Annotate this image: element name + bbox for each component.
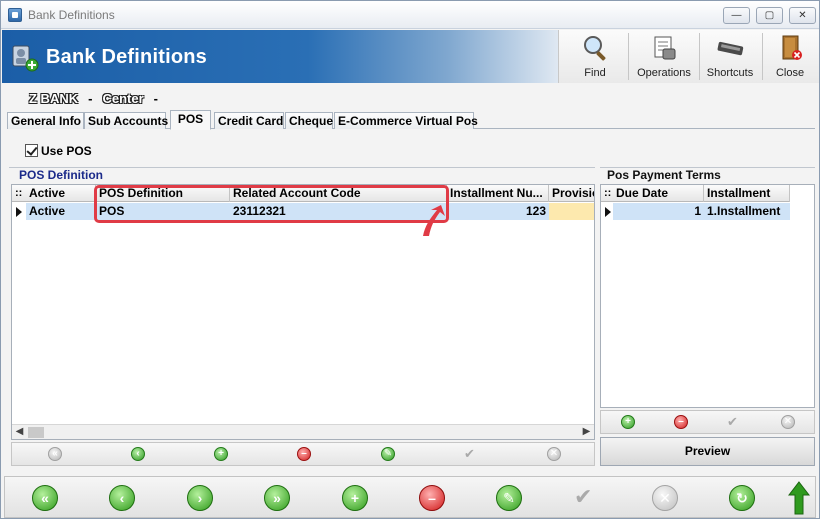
- row-pointer-icon: [605, 207, 611, 217]
- app-icon: [8, 8, 22, 22]
- refresh-icon[interactable]: ↻: [729, 485, 755, 511]
- first-record-icon[interactable]: «: [32, 485, 58, 511]
- nav-previous-icon[interactable]: ‹: [131, 447, 145, 461]
- keyboard-icon: [717, 41, 744, 56]
- pos-definition-navigator: « ‹ + – ✎ ✔ ✕: [11, 442, 595, 466]
- close-button[interactable]: Close: [765, 30, 815, 83]
- cell-installment-number[interactable]: 123: [447, 203, 549, 220]
- terms-delete-icon[interactable]: –: [674, 415, 688, 429]
- tab-cheque[interactable]: Cheque: [285, 112, 333, 129]
- nav-add-icon[interactable]: +: [214, 447, 228, 461]
- tab-pos[interactable]: POS: [170, 110, 211, 130]
- checkbox-checked-icon[interactable]: [25, 144, 38, 157]
- shortcuts-button[interactable]: Shortcuts: [701, 30, 759, 83]
- exit-door-icon: [782, 35, 802, 60]
- find-label: Find: [584, 67, 606, 79]
- payment-terms-navigator: + – ✔ ✕: [600, 410, 815, 434]
- toolbar-separator: [628, 33, 629, 80]
- header-banner: Bank Definitions: [2, 30, 558, 83]
- maximize-button[interactable]: ▢: [756, 7, 783, 24]
- col-installment[interactable]: Installment: [704, 185, 790, 202]
- close-window-button[interactable]: ✕: [789, 7, 816, 24]
- row-pointer-icon: [16, 207, 22, 217]
- close-label: Close: [775, 67, 805, 79]
- col-active[interactable]: Active: [26, 185, 96, 202]
- cell-due-date[interactable]: 1: [613, 203, 704, 220]
- horizontal-scrollbar[interactable]: ◀ ▶: [12, 424, 594, 439]
- nav-first-icon[interactable]: «: [48, 447, 62, 461]
- scroll-right-icon[interactable]: ▶: [579, 425, 594, 439]
- nav-edit-icon[interactable]: ✎: [381, 447, 395, 461]
- scroll-thumb[interactable]: [28, 427, 44, 438]
- grid-settings-icon[interactable]: ::: [15, 187, 22, 199]
- tab-general-info[interactable]: General Info: [7, 112, 84, 129]
- preview-button[interactable]: Preview: [600, 437, 815, 466]
- cell-installment[interactable]: 1.Installment: [704, 203, 790, 220]
- cell-provision[interactable]: [549, 203, 594, 220]
- nav-cancel-icon[interactable]: ✕: [547, 447, 561, 461]
- highlight-annotation: [94, 185, 449, 223]
- last-record-icon[interactable]: »: [264, 485, 290, 511]
- main-toolbar: Find Operations Shortcuts Close: [558, 30, 819, 83]
- tab-sub-accounts[interactable]: Sub Accounts: [84, 112, 168, 129]
- nav-confirm-icon[interactable]: ✔: [464, 446, 475, 462]
- operations-label: Operations: [637, 67, 691, 79]
- operations-button[interactable]: Operations: [631, 30, 697, 83]
- terms-confirm-icon[interactable]: ✔: [727, 414, 738, 430]
- col-due-date[interactable]: Due Date: [613, 185, 704, 202]
- annotation-arrow-icon: [423, 205, 445, 236]
- pos-definition-title: POS Definition: [19, 168, 103, 182]
- tab-credit-card[interactable]: Credit Card: [214, 112, 284, 129]
- company-branch-line: Z BANK - Center -: [29, 91, 168, 106]
- company-name: Z BANK: [29, 91, 79, 106]
- next-record-icon[interactable]: ›: [187, 485, 213, 511]
- save-record-icon[interactable]: ✔: [574, 486, 592, 508]
- payment-terms-header: :: Due Date Installment: [601, 185, 790, 202]
- terms-cancel-icon[interactable]: ✕: [781, 415, 795, 429]
- use-pos-checkbox[interactable]: Use POS: [25, 144, 92, 158]
- up-arrow-icon[interactable]: [788, 481, 810, 515]
- delete-record-icon[interactable]: –: [419, 485, 445, 511]
- window-title: Bank Definitions: [28, 8, 115, 22]
- grid-settings-icon[interactable]: ::: [604, 187, 611, 199]
- nav-delete-icon[interactable]: –: [297, 447, 311, 461]
- record-navigation-bar: « ‹ › » + – ✎ ✔ ✕ ↻: [4, 476, 816, 518]
- scroll-left-icon[interactable]: ◀: [12, 425, 27, 439]
- col-installment-number[interactable]: Installment Nu...: [447, 185, 549, 202]
- payment-terms-grid[interactable]: :: Due Date Installment 1 1.Installment: [600, 184, 815, 408]
- edit-record-icon[interactable]: ✎: [496, 485, 522, 511]
- use-pos-label: Use POS: [41, 144, 92, 158]
- magnifier-icon: [584, 36, 606, 61]
- find-button[interactable]: Find: [565, 30, 625, 83]
- table-row[interactable]: 1 1.Installment: [601, 203, 814, 220]
- operations-icon: [654, 36, 676, 60]
- bank-definitions-window: Bank Definitions — ▢ ✕ Bank Definitions …: [0, 0, 820, 519]
- minimize-button[interactable]: —: [723, 7, 750, 24]
- cell-active[interactable]: Active: [26, 203, 96, 220]
- bank-users-icon: [12, 45, 39, 72]
- toolbar-separator: [699, 33, 700, 80]
- title-bar: Bank Definitions — ▢ ✕: [1, 1, 819, 29]
- previous-record-icon[interactable]: ‹: [109, 485, 135, 511]
- cancel-record-icon[interactable]: ✕: [652, 485, 678, 511]
- toolbar-separator: [762, 33, 763, 80]
- page-title: Bank Definitions: [46, 46, 207, 68]
- shortcuts-label: Shortcuts: [706, 67, 754, 79]
- col-provision[interactable]: Provisio: [549, 185, 594, 202]
- add-record-icon[interactable]: +: [342, 485, 368, 511]
- company-trailing-dash: -: [153, 91, 158, 106]
- tab-ecommerce-virtual-pos[interactable]: E-Commerce Virtual Pos: [334, 112, 478, 129]
- company-separator: -: [88, 91, 93, 106]
- terms-add-icon[interactable]: +: [621, 415, 635, 429]
- branch-name: Center: [102, 91, 144, 106]
- pos-payment-terms-title: Pos Payment Terms: [607, 168, 721, 182]
